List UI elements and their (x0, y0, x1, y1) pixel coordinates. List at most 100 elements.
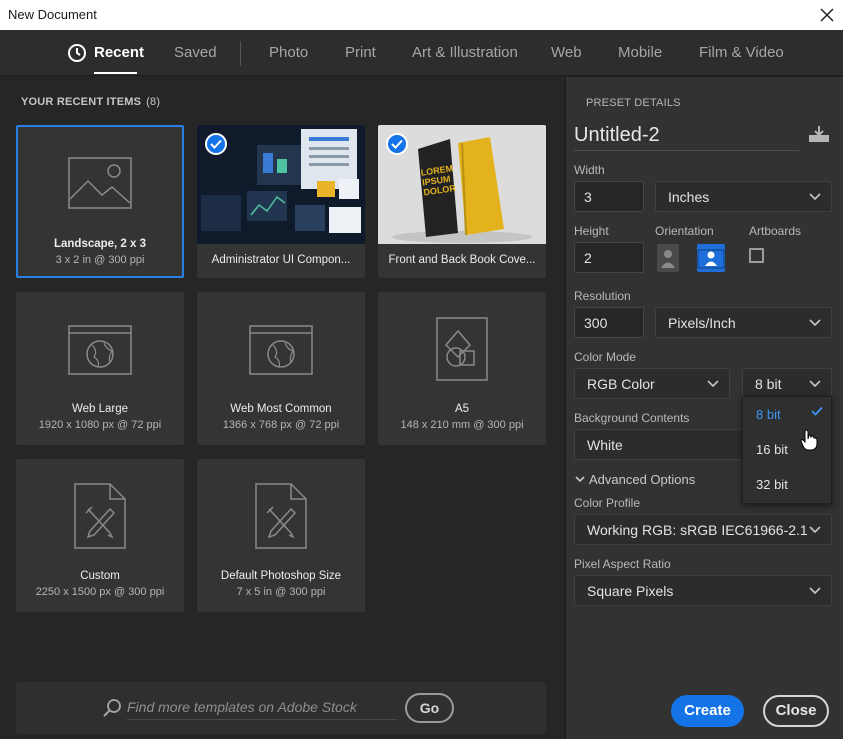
width-unit-dropdown[interactable]: Inches (655, 181, 832, 212)
resolution-unit-dropdown[interactable]: Pixels/Inch (655, 307, 832, 338)
tab-print[interactable]: Print (345, 44, 376, 61)
title-bar: New Document (0, 0, 843, 30)
recent-items-heading: YOUR RECENT ITEMS (8) (21, 96, 160, 108)
height-input[interactable]: 2 (574, 242, 644, 273)
artboards-checkbox[interactable] (749, 248, 764, 263)
selected-check-icon (205, 133, 227, 155)
book-cover-text: LOREM IPSUM DOLOR (420, 163, 457, 198)
width-label: Width (574, 163, 605, 177)
bit-depth-dropdown[interactable]: 8 bit (742, 368, 832, 399)
create-button[interactable]: Create (671, 695, 744, 727)
chevron-down-icon (809, 526, 821, 534)
item-size: 1366 x 768 px @ 72 ppi (222, 419, 340, 431)
resolution-label: Resolution (574, 289, 631, 303)
selected-check-icon (386, 133, 408, 155)
portrait-orientation-icon[interactable] (657, 244, 679, 272)
tab-photo[interactable]: Photo (269, 44, 308, 61)
item-size: 3 x 2 in @ 300 ppi (55, 254, 145, 266)
recent-item-web-most-common[interactable]: Web Most Common 1366 x 768 px @ 72 ppi (197, 292, 365, 445)
chevron-down-icon (809, 380, 821, 388)
stock-search-input[interactable] (127, 694, 397, 720)
close-button[interactable]: Close (763, 695, 829, 727)
item-label: A5 (454, 403, 470, 415)
save-preset-icon[interactable] (808, 125, 830, 148)
nav-divider (240, 41, 241, 66)
recent-item-web-large[interactable]: Web Large 1920 x 1080 px @ 72 ppi (16, 292, 184, 445)
item-label: Default Photoshop Size (220, 570, 342, 582)
active-tab-indicator (94, 72, 137, 74)
color-mode-dropdown[interactable]: RGB Color (574, 368, 730, 399)
item-label: Custom (80, 570, 120, 582)
tab-recent[interactable]: Recent (94, 44, 144, 61)
color-profile-dropdown[interactable]: Working RGB: sRGB IEC61966-2.1 (574, 514, 832, 545)
orientation-label: Orientation (655, 224, 714, 238)
stock-search-bar: Go (16, 682, 546, 734)
preset-details-panel: PRESET DETAILS Untitled-2 Width 3 Inches… (565, 77, 843, 739)
hand-cursor-icon (800, 429, 818, 456)
chevron-down-icon (707, 380, 719, 388)
chevron-down-icon (809, 319, 821, 327)
pixel-aspect-ratio-value: Square Pixels (587, 583, 674, 599)
tab-art-illustration[interactable]: Art & Illustration (412, 44, 518, 61)
bit-depth-option-32[interactable]: 32 bit (756, 477, 788, 492)
category-nav: Recent Saved Photo Print Art & Illustrat… (0, 30, 843, 76)
item-label: Administrator UI Compon... (211, 254, 351, 266)
background-contents-label: Background Contents (574, 411, 690, 425)
resolution-unit-value: Pixels/Inch (668, 315, 736, 331)
color-profile-value: Working RGB: sRGB IEC61966-2.1 (587, 522, 808, 538)
recent-count: (8) (146, 96, 161, 108)
chevron-down-icon (575, 476, 585, 483)
recent-item-a5[interactable]: A5 148 x 210 mm @ 300 ppi (378, 292, 546, 445)
landscape-orientation-icon[interactable] (697, 244, 725, 272)
web-icon (249, 325, 313, 380)
item-size: 148 x 210 mm @ 300 ppi (400, 419, 524, 431)
resolution-input[interactable]: 300 (574, 307, 644, 338)
advanced-options-label: Advanced Options (589, 472, 696, 487)
chevron-down-icon (809, 193, 821, 201)
chevron-down-icon (809, 587, 821, 595)
width-unit-value: Inches (668, 189, 710, 205)
preset-details-heading: PRESET DETAILS (586, 97, 681, 109)
window-title: New Document (8, 7, 97, 22)
checkmark-icon (811, 406, 823, 416)
width-input[interactable]: 3 (574, 181, 644, 212)
tab-film-video[interactable]: Film & Video (699, 44, 784, 61)
item-size: 2250 x 1500 px @ 300 ppi (35, 586, 165, 598)
pixel-aspect-ratio-label: Pixel Aspect Ratio (574, 557, 671, 571)
bit-depth-option-8[interactable]: 8 bit (756, 407, 781, 422)
color-mode-value: RGB Color (587, 376, 655, 392)
pixel-aspect-ratio-dropdown[interactable]: Square Pixels (574, 575, 832, 606)
tab-web[interactable]: Web (551, 44, 582, 61)
item-size: 1920 x 1080 px @ 72 ppi (38, 419, 162, 431)
recent-item-admin-ui[interactable]: Administrator UI Compon... (197, 125, 365, 278)
bit-depth-value: 8 bit (755, 376, 782, 392)
art-icon (74, 483, 126, 554)
print-icon (436, 317, 488, 386)
advanced-options-toggle[interactable]: Advanced Options (575, 472, 695, 487)
height-label: Height (574, 224, 609, 238)
clock-icon (67, 43, 87, 63)
recent-items-panel: YOUR RECENT ITEMS (8) Landscape, 2 x 3 3 … (0, 77, 564, 739)
item-label: Web Large (71, 403, 129, 415)
bit-depth-menu: 8 bit 16 bit 32 bit (742, 396, 832, 504)
recent-item-landscape[interactable]: Landscape, 2 x 3 3 x 2 in @ 300 ppi (16, 125, 184, 278)
recent-item-book-cover[interactable]: LOREM IPSUM DOLOR Front and Back Book Co… (378, 125, 546, 278)
item-size: 7 x 5 in @ 300 ppi (236, 586, 326, 598)
recent-item-default-photoshop-size[interactable]: Default Photoshop Size 7 x 5 in @ 300 pp… (197, 459, 365, 612)
tab-saved[interactable]: Saved (174, 44, 217, 61)
item-label: Landscape, 2 x 3 (53, 238, 147, 250)
color-mode-label: Color Mode (574, 350, 637, 364)
close-icon[interactable] (815, 3, 839, 27)
tab-mobile[interactable]: Mobile (618, 44, 662, 61)
recent-heading-text: YOUR RECENT ITEMS (21, 96, 142, 108)
bit-depth-option-16[interactable]: 16 bit (756, 442, 788, 457)
web-icon (68, 325, 132, 380)
color-profile-label: Color Profile (574, 496, 641, 510)
recent-item-custom[interactable]: Custom 2250 x 1500 px @ 300 ppi (16, 459, 184, 612)
go-button[interactable]: Go (405, 693, 454, 723)
search-icon (102, 698, 122, 723)
item-label: Web Most Common (230, 403, 332, 415)
image-icon (68, 157, 132, 214)
artboards-label: Artboards (749, 224, 802, 238)
document-name-field[interactable]: Untitled-2 (574, 121, 799, 151)
